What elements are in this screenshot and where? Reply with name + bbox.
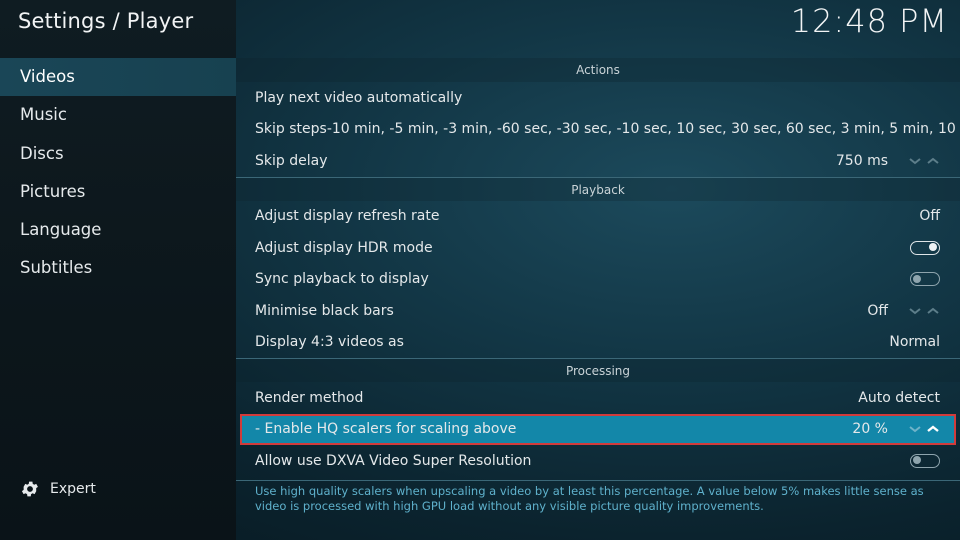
setting-label: Skip delay <box>255 152 328 169</box>
gear-icon <box>21 481 38 497</box>
setting-label: Render method <box>255 389 364 406</box>
sidebar-item-subtitles[interactable]: Subtitles <box>0 249 236 287</box>
setting-value: Auto detect <box>858 389 940 406</box>
settings-level-button[interactable]: Expert <box>20 478 96 500</box>
section-header-actions: Actions <box>236 58 960 82</box>
setting-value: 750 ms <box>835 152 888 169</box>
setting-label: - Enable HQ scalers for scaling above <box>255 421 517 438</box>
setting-label: Allow use DXVA Video Super Resolution <box>255 452 532 469</box>
toggle-knob <box>913 456 921 465</box>
settings-level-label: Expert <box>50 481 96 497</box>
chevron-up-icon[interactable] <box>926 156 940 166</box>
setting-label: Play next video automatically <box>255 89 463 106</box>
value-spinner <box>908 156 940 166</box>
toggle-knob <box>929 243 937 252</box>
sidebar-item-music[interactable]: Music <box>0 96 236 134</box>
toggle-switch-on[interactable] <box>910 240 940 255</box>
setting-value: Off <box>867 302 888 319</box>
value-spinner <box>908 306 940 316</box>
chevron-down-icon[interactable] <box>908 306 922 316</box>
chevron-up-icon[interactable] <box>926 306 940 316</box>
setting-value: Normal <box>889 334 940 351</box>
setting-label: Skip steps <box>255 121 327 138</box>
setting-play-next-video[interactable]: Play next video automatically <box>236 82 960 114</box>
sidebar-item-pictures[interactable]: Pictures <box>0 173 236 211</box>
setting-value: Off <box>919 208 940 225</box>
setting-adjust-refresh-rate[interactable]: Adjust display refresh rate Off <box>236 201 960 233</box>
setting-skip-delay[interactable]: Skip delay 750 ms <box>236 145 960 177</box>
sidebar-item-discs[interactable]: Discs <box>0 135 236 173</box>
setting-skip-steps[interactable]: Skip steps -10 min, -5 min, -3 min, -60 … <box>236 114 960 146</box>
setting-minimise-black-bars[interactable]: Minimise black bars Off <box>236 295 960 327</box>
setting-display-43-videos[interactable]: Display 4:3 videos as Normal <box>236 327 960 359</box>
setting-render-method[interactable]: Render method Auto detect <box>236 382 960 414</box>
setting-value: 20 % <box>852 421 888 438</box>
toggle-knob <box>913 274 921 283</box>
settings-panel: Actions Play next video automatically Sk… <box>236 58 960 480</box>
sidebar-item-language[interactable]: Language <box>0 211 236 249</box>
section-header-playback: Playback <box>236 176 960 201</box>
toggle-switch-off[interactable] <box>910 453 940 468</box>
sidebar: Settings / Player Videos Music Discs Pic… <box>0 0 236 540</box>
chevron-down-icon[interactable] <box>908 424 922 434</box>
setting-adjust-hdr-mode[interactable]: Adjust display HDR mode <box>236 232 960 264</box>
clock: 12:48 PM <box>790 2 948 40</box>
setting-hq-scalers[interactable]: - Enable HQ scalers for scaling above 20… <box>240 413 956 445</box>
setting-label: Minimise black bars <box>255 302 394 319</box>
setting-sync-playback[interactable]: Sync playback to display <box>236 264 960 296</box>
chevron-down-icon[interactable] <box>908 156 922 166</box>
setting-dxva-super-resolution[interactable]: Allow use DXVA Video Super Resolution <box>236 445 960 477</box>
sidebar-item-videos[interactable]: Videos <box>0 58 236 97</box>
section-header-processing: Processing <box>236 358 960 382</box>
value-spinner <box>908 424 940 434</box>
toggle-switch-off[interactable] <box>910 272 940 287</box>
setting-label: Display 4:3 videos as <box>255 334 404 351</box>
setting-label: Adjust display refresh rate <box>255 208 440 225</box>
setting-description: Use high quality scalers when upscaling … <box>236 480 960 540</box>
settings-category-list: Videos Music Discs Pictures Language Sub… <box>0 58 236 288</box>
setting-value: -10 min, -5 min, -3 min, -60 sec, -30 se… <box>326 121 960 138</box>
chevron-up-icon[interactable] <box>926 424 940 434</box>
setting-label: Sync playback to display <box>255 271 429 288</box>
setting-label: Adjust display HDR mode <box>255 239 433 256</box>
page-title: Settings / Player <box>18 9 194 33</box>
